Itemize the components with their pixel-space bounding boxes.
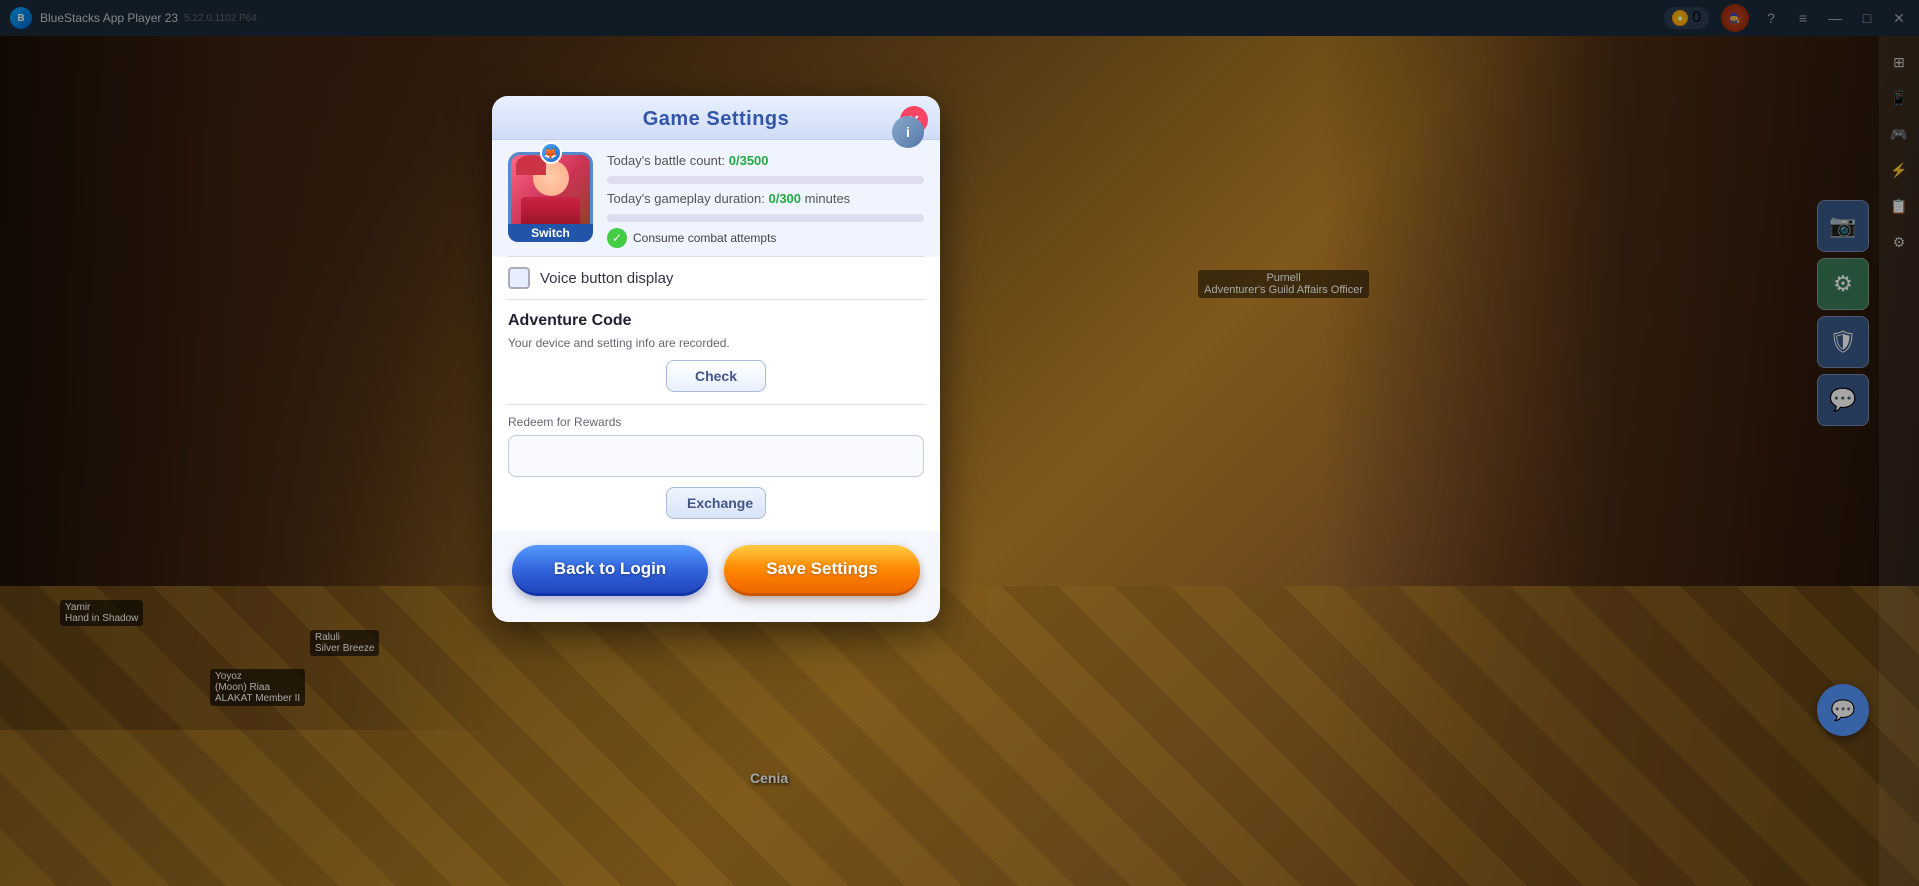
switch-label[interactable]: Switch — [508, 224, 593, 242]
gameplay-duration-unit: minutes — [805, 191, 851, 206]
combat-checkmark: ✓ — [607, 228, 627, 248]
back-to-login-button[interactable]: Back to Login — [512, 545, 708, 596]
battle-count-row: Today's battle count: 0/3500 — [607, 152, 924, 170]
redeem-input[interactable] — [508, 435, 924, 477]
avatar-container[interactable]: 🦊 Switch — [508, 152, 593, 242]
battle-count-progress — [607, 176, 924, 184]
gameplay-duration-value: 0/300 — [768, 191, 801, 206]
battle-count-value: 0/3500 — [729, 153, 769, 168]
save-settings-button[interactable]: Save Settings — [724, 545, 920, 596]
battle-count-label: Today's battle count: — [607, 153, 725, 168]
modal-overlay — [0, 0, 1919, 886]
stats-section: Today's battle count: 0/3500 Today's gam… — [607, 152, 924, 248]
game-settings-dialog: Game Settings ✕ 🦊 Switch Today's battle … — [492, 96, 940, 622]
dialog-footer: Back to Login Save Settings — [492, 531, 940, 602]
gameplay-duration-progress — [607, 214, 924, 222]
combat-attempts-label: Consume combat attempts — [633, 231, 776, 245]
adventure-code-desc: Your device and setting info are recorde… — [508, 336, 924, 350]
dialog-header: Game Settings ✕ — [492, 96, 940, 140]
adventure-code-title: Adventure Code — [508, 312, 924, 330]
combat-attempts-row: ✓ Consume combat attempts — [607, 228, 924, 248]
voice-button-section: Voice button display — [492, 257, 940, 299]
voice-button-label: Voice button display — [540, 270, 673, 287]
gameplay-duration-label: Today's gameplay duration: — [607, 191, 765, 206]
avatar-face — [511, 155, 590, 234]
avatar-icon-badge: 🦊 — [540, 142, 562, 164]
redeem-section: Redeem for Rewards Exchange — [492, 405, 940, 531]
gameplay-duration-row: Today's gameplay duration: 0/300 minutes — [607, 190, 924, 208]
voice-toggle-checkbox[interactable] — [508, 267, 530, 289]
check-button[interactable]: Check — [666, 360, 766, 392]
exchange-button[interactable]: Exchange — [666, 487, 766, 519]
info-button[interactable]: i — [892, 116, 924, 148]
dialog-title: Game Settings — [492, 108, 940, 131]
redeem-label: Redeem for Rewards — [508, 415, 924, 429]
adventure-code-section: Adventure Code Your device and setting i… — [492, 300, 940, 404]
avatar-stats-section: 🦊 Switch Today's battle count: 0/3500 To… — [492, 140, 940, 256]
